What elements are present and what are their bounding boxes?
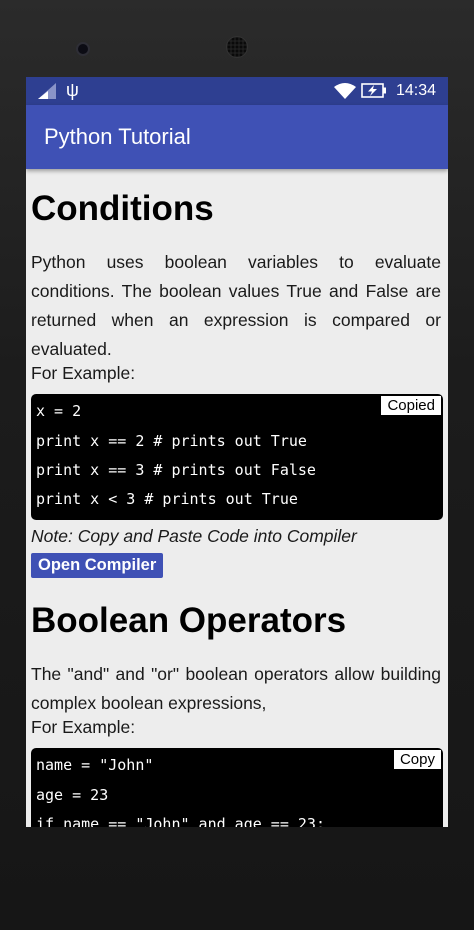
- copy-code-button[interactable]: Copy: [393, 750, 441, 769]
- code-line: x = 2: [36, 402, 82, 420]
- signal-icon: [38, 83, 56, 99]
- section-heading-conditions: Conditions: [31, 189, 214, 228]
- usb-icon: ψ: [66, 80, 79, 100]
- open-compiler-button[interactable]: Open Compiler: [31, 553, 164, 578]
- boolean-operators-paragraph: The "and" and "or" boolean operators all…: [31, 664, 441, 713]
- front-camera: [76, 42, 90, 56]
- battery-charging-icon: [361, 83, 386, 98]
- section-heading-boolean-operators: Boolean Operators: [31, 601, 347, 640]
- code-block-conditions: x = 2 print x == 2 # prints out True pri…: [31, 394, 443, 520]
- copy-code-button[interactable]: Copied: [381, 396, 441, 415]
- code-line: print x < 3 # prints out True: [36, 490, 298, 508]
- example-label: For Example:: [31, 363, 136, 383]
- status-time: 14:34: [396, 82, 437, 99]
- code-block-boolean-operators: name = "John" age = 23 if name == "John"…: [31, 748, 443, 827]
- app-title: Python Tutorial: [44, 124, 191, 149]
- conditions-paragraph: Python uses boolean variables to evaluat…: [31, 252, 441, 359]
- wifi-icon: [334, 83, 356, 99]
- example-label: For Example:: [31, 717, 136, 737]
- app-bar: Python Tutorial: [26, 105, 448, 169]
- earpiece-speaker: [226, 36, 248, 58]
- compiler-note: Note: Copy and Paste Code into Compiler: [31, 526, 357, 546]
- code-line: print x == 3 # prints out False: [36, 461, 316, 479]
- code-line: if name == "John" and age == 23:: [36, 815, 325, 827]
- code-line: print x == 2 # prints out True: [36, 432, 307, 450]
- phone-frame: ψ 14:34 Python Tutorial Conditions Pytho…: [0, 0, 474, 930]
- code-line: age = 23: [36, 786, 109, 804]
- phone-top-bezel: [0, 0, 474, 76]
- status-bar: ψ 14:34: [26, 77, 448, 105]
- code-line: name = "John": [36, 756, 154, 774]
- device-screen: ψ 14:34 Python Tutorial Conditions Pytho…: [26, 77, 448, 827]
